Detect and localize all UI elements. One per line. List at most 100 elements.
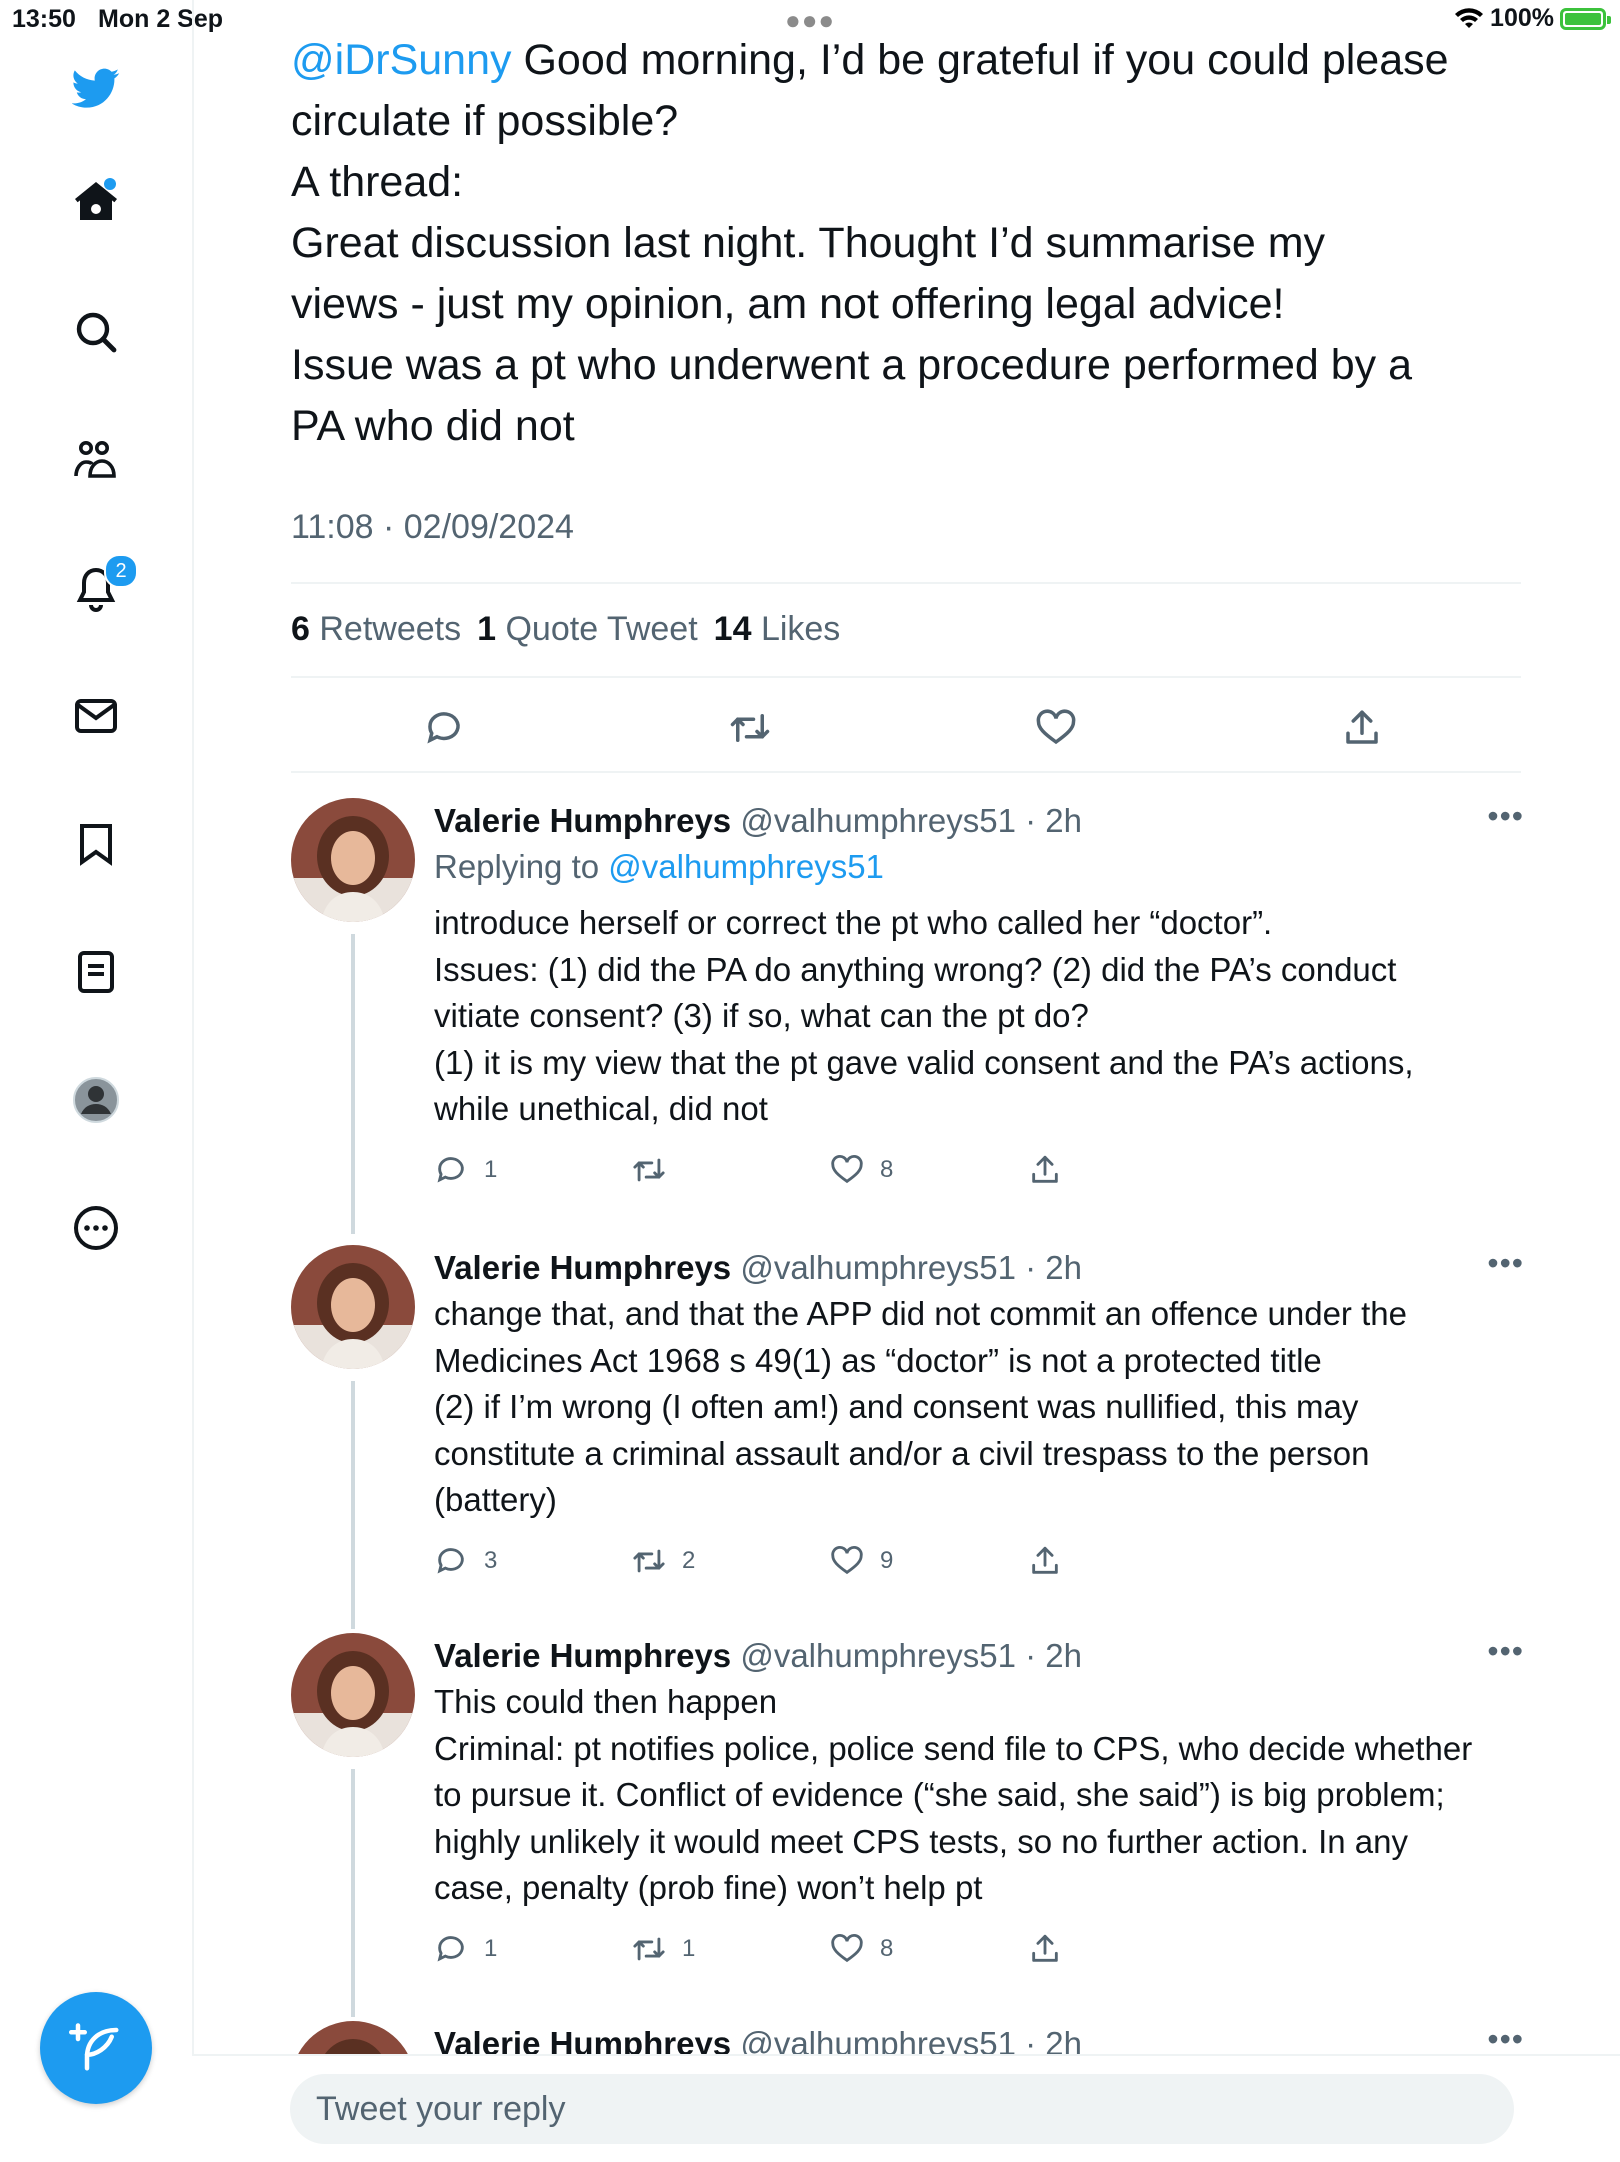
- more-icon[interactable]: •••: [1487, 1633, 1524, 1670]
- tweet-timestamp[interactable]: 11:08 · 02/09/2024: [291, 508, 574, 547]
- twitter-logo-icon[interactable]: [66, 58, 126, 118]
- retweet-button[interactable]: [632, 1153, 682, 1187]
- reply-actions: 1 1 8: [434, 1924, 1524, 1984]
- retweet-button[interactable]: 1: [632, 1932, 695, 1966]
- reply-tweet[interactable]: Valerie Humphreys @valhumphreys51 · 2h •…: [291, 2021, 1531, 2057]
- more-icon[interactable]: •••: [1487, 1245, 1524, 1282]
- status-right: 100%: [1454, 4, 1611, 33]
- divider: [291, 676, 1521, 678]
- reply-text-line: while unethical, did not: [434, 1090, 768, 1127]
- reply-text-line: (1) it is my view that the pt gave valid…: [434, 1043, 1414, 1081]
- home-new-dot: [104, 178, 116, 190]
- sidebar: 2: [0, 0, 194, 2160]
- reply-text-line: case, penalty (prob fine) won’t help pt: [434, 1869, 983, 1906]
- tweet-text-line: circulate if possible?: [291, 97, 679, 145]
- like-count: 9: [880, 1546, 894, 1574]
- retweet-icon: [633, 1158, 665, 1181]
- reply-button[interactable]: 3: [434, 1544, 497, 1578]
- reply-author-handle[interactable]: @valhumphreys51 · 2h: [740, 2025, 1082, 2057]
- mention-link[interactable]: @iDrSunny: [291, 36, 512, 84]
- tweet-text-line: Great discussion last night. Thought I’d…: [291, 219, 1326, 267]
- reply-text-line: vitiate consent? (3) if so, what can the…: [434, 997, 1089, 1034]
- share-button[interactable]: [1028, 1932, 1062, 1966]
- reply-text-line: This could then happen: [434, 1683, 778, 1720]
- avatar[interactable]: [291, 1633, 415, 1757]
- reply-text-line: Medicines Act 1968 s 49(1) as “doctor” i…: [434, 1341, 1322, 1379]
- reply-author-name[interactable]: Valerie Humphreys: [434, 2025, 731, 2057]
- reply-action-button[interactable]: [416, 700, 472, 756]
- reply-text-line: (battery): [434, 1481, 557, 1518]
- avatar[interactable]: [291, 2021, 415, 2057]
- retweet-icon: [633, 1549, 665, 1572]
- wifi-icon: [1455, 7, 1484, 28]
- retweet-count: 2: [682, 1546, 696, 1574]
- quotes-stat[interactable]: 1 Quote Tweet: [477, 610, 698, 649]
- heart-icon: [831, 1933, 863, 1962]
- retweets-stat[interactable]: 6 Retweets: [291, 610, 461, 649]
- quotes-label: Quote Tweet: [505, 610, 698, 648]
- messages-icon[interactable]: [66, 686, 126, 746]
- more-icon[interactable]: •••: [1487, 798, 1524, 835]
- reply-author-name[interactable]: Valerie Humphreys: [434, 802, 731, 839]
- reply-text-line: constitute a criminal assault and/or a c…: [434, 1434, 1370, 1472]
- more-options-icon[interactable]: [66, 1198, 126, 1258]
- reply-author-handle[interactable]: @valhumphreys51 · 2h: [740, 802, 1082, 839]
- reply-author-handle[interactable]: @valhumphreys51 · 2h: [740, 1249, 1082, 1286]
- more-icon[interactable]: •••: [1487, 2021, 1524, 2057]
- reply-author-handle[interactable]: @valhumphreys51 · 2h: [740, 1637, 1082, 1674]
- replying-to-label: Replying to: [434, 848, 600, 885]
- like-button[interactable]: 8: [830, 1932, 893, 1966]
- share-button[interactable]: [1028, 1153, 1062, 1187]
- replying-to: Replying to @valhumphreys51: [434, 844, 1524, 890]
- tweet-text-line: views - just my opinion, am not offering…: [291, 280, 1285, 328]
- reply-author-name[interactable]: Valerie Humphreys: [434, 1249, 731, 1286]
- communities-icon[interactable]: [66, 430, 126, 490]
- battery-icon: [1560, 7, 1611, 30]
- reply-actions: 3 2 9: [434, 1536, 1524, 1596]
- like-action-button[interactable]: [1028, 700, 1084, 756]
- divider: [291, 771, 1521, 773]
- compose-tweet-button[interactable]: [40, 1992, 152, 2104]
- compose-feather-icon: [69, 2023, 119, 2071]
- like-count: 8: [880, 1155, 894, 1183]
- reply-button[interactable]: 1: [434, 1153, 497, 1187]
- retweet-action-button[interactable]: [722, 700, 778, 756]
- reply-text-line: to pursue it. Conflict of evidence (“she…: [434, 1776, 1445, 1813]
- thread-line: [351, 934, 355, 1234]
- avatar[interactable]: [291, 1245, 415, 1369]
- thread-line: [351, 1769, 355, 2017]
- reply-author-name[interactable]: Valerie Humphreys: [434, 1637, 731, 1674]
- reply-button[interactable]: 1: [434, 1932, 497, 1966]
- reply-text: introduce herself or correct the pt who …: [434, 900, 1524, 1133]
- reply-icon: [437, 1935, 464, 1962]
- share-button[interactable]: [1028, 1544, 1062, 1578]
- reply-count: 3: [484, 1546, 498, 1574]
- retweet-icon: [730, 714, 770, 742]
- heart-icon: [1036, 709, 1076, 745]
- retweets-count: 6: [291, 610, 310, 648]
- retweet-button[interactable]: 2: [632, 1544, 695, 1578]
- like-button[interactable]: 9: [830, 1544, 893, 1578]
- lists-icon[interactable]: [66, 942, 126, 1002]
- tweet-reply-input[interactable]: [290, 2074, 1514, 2144]
- reply-count: 1: [484, 1934, 498, 1962]
- tweet-text-line: A thread:: [291, 158, 464, 206]
- reply-text: change that, and that the APP did not co…: [434, 1291, 1524, 1524]
- search-icon[interactable]: [66, 302, 126, 362]
- quotes-count: 1: [477, 610, 497, 648]
- reply-text-line: highly unlikely it would meet CPS tests,…: [434, 1822, 1408, 1860]
- notifications-icon[interactable]: 2: [66, 554, 138, 618]
- like-button[interactable]: 8: [830, 1153, 893, 1187]
- replying-to-mention[interactable]: @valhumphreys51: [608, 848, 884, 885]
- share-action-button[interactable]: [1334, 700, 1390, 756]
- profile-avatar-icon[interactable]: [66, 1070, 126, 1130]
- reply-text-line: change that, and that the APP did not co…: [434, 1295, 1407, 1332]
- reply-composer-bar: [192, 2054, 1620, 2162]
- likes-stat[interactable]: 14 Likes: [714, 610, 841, 649]
- retweet-icon: [633, 1937, 665, 1960]
- bookmarks-icon[interactable]: [66, 814, 126, 874]
- avatar[interactable]: [291, 798, 415, 922]
- home-icon[interactable]: [66, 172, 126, 232]
- retweets-label: Retweets: [319, 610, 462, 648]
- divider: [291, 582, 1521, 584]
